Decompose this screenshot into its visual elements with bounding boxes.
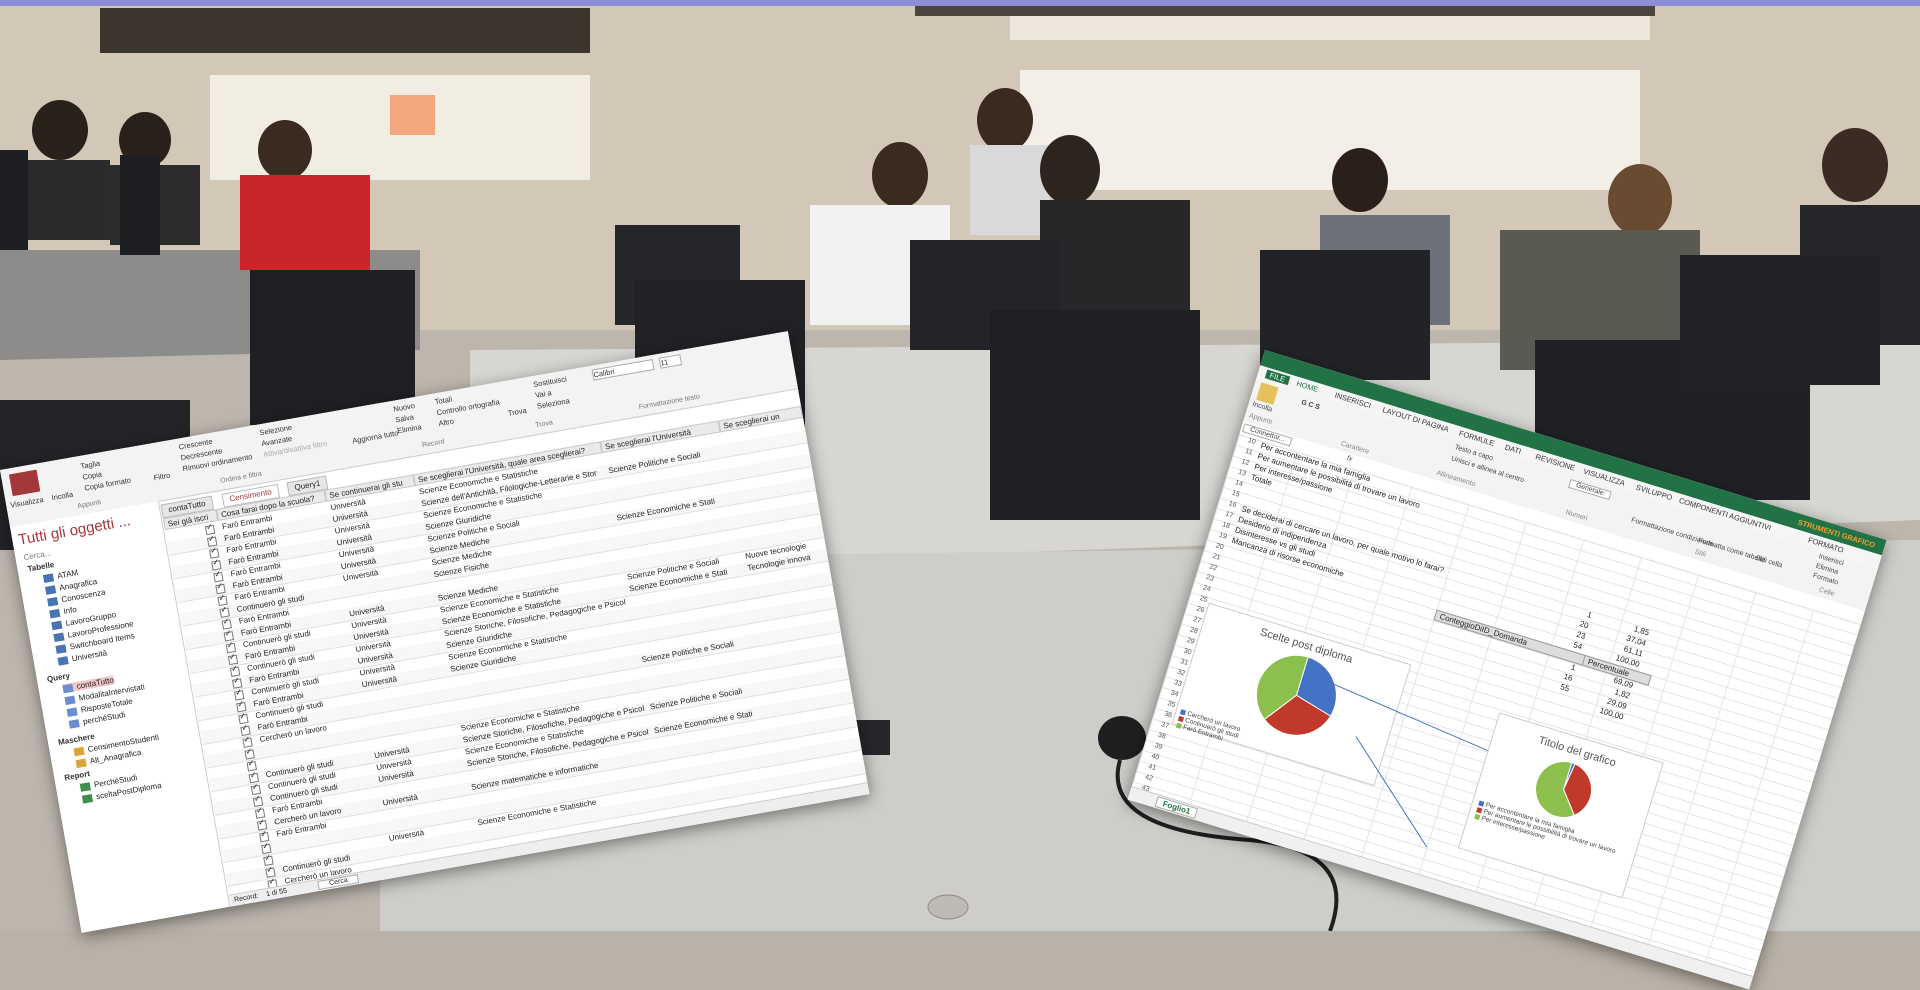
mouse bbox=[1098, 716, 1146, 760]
query-icon bbox=[68, 719, 80, 729]
sort-filter-group-label: Ordina e filtra bbox=[219, 470, 263, 485]
record-position[interactable]: 1 di 55 bbox=[266, 888, 288, 899]
paste-button[interactable]: Incolla bbox=[51, 490, 74, 503]
form-icon bbox=[75, 758, 87, 769]
table-icon bbox=[57, 656, 69, 666]
cell-styles-button[interactable]: Stili cella bbox=[1755, 555, 1783, 570]
nav-item-label: ATAM bbox=[56, 568, 79, 581]
nav-item-label: Info bbox=[62, 604, 78, 617]
query-icon bbox=[66, 707, 78, 717]
view-button[interactable]: Visualizza bbox=[9, 495, 44, 510]
find-group-label: Trova bbox=[534, 419, 554, 430]
nav-section-queries[interactable]: Query bbox=[46, 671, 70, 684]
monitor bbox=[990, 310, 1200, 520]
window-right bbox=[1020, 70, 1640, 190]
bold-button[interactable]: G C S bbox=[1300, 399, 1320, 411]
report-icon bbox=[81, 793, 94, 804]
paste-icon[interactable] bbox=[1256, 382, 1279, 405]
table-icon bbox=[49, 608, 61, 619]
nav-section-reports[interactable]: Report bbox=[64, 769, 91, 782]
person-red-jacket bbox=[240, 175, 370, 270]
totals-button[interactable]: Totali bbox=[434, 394, 453, 406]
monitor bbox=[0, 150, 28, 250]
table-icon bbox=[51, 620, 63, 631]
table-icon bbox=[55, 644, 67, 654]
table-icon bbox=[47, 596, 59, 607]
report-icon bbox=[79, 782, 91, 792]
more-button[interactable]: Altro bbox=[438, 417, 455, 429]
clipboard-group-label: Appunti bbox=[76, 499, 102, 511]
notice-paper bbox=[390, 95, 435, 135]
nav-item-label: Università bbox=[71, 648, 108, 664]
records-group-label: Record bbox=[421, 438, 446, 450]
find-button[interactable]: Trova bbox=[507, 406, 527, 418]
query-icon bbox=[62, 683, 74, 694]
table-icon bbox=[53, 632, 65, 643]
blind-left bbox=[100, 8, 590, 53]
view-icon[interactable] bbox=[8, 469, 41, 497]
table-icon bbox=[42, 573, 55, 583]
goto-button[interactable]: Vai a bbox=[534, 388, 552, 400]
text-format-group-label: Formattazione testo bbox=[638, 393, 701, 412]
top-stripe bbox=[0, 0, 1920, 6]
refresh-all-button[interactable]: Aggiorna tutto bbox=[352, 428, 400, 445]
styles-group-label: Stili bbox=[1693, 548, 1707, 559]
replace-button[interactable]: Sostituisci bbox=[532, 374, 567, 389]
monitor bbox=[1680, 255, 1880, 385]
monitor bbox=[120, 155, 160, 255]
record-label: Record: bbox=[233, 892, 260, 904]
classroom-photo-collage: Visualizza Incolla Taglia Copia Copia fo… bbox=[0, 0, 1920, 990]
query-icon bbox=[64, 695, 76, 706]
filter-button[interactable]: Filtro bbox=[153, 471, 171, 483]
table-icon bbox=[44, 585, 57, 595]
font-size-select[interactable]: 11 bbox=[658, 354, 683, 369]
delete-record-button[interactable]: Elimina bbox=[396, 422, 422, 435]
form-icon bbox=[73, 746, 85, 757]
function-icon[interactable]: fx bbox=[1346, 455, 1353, 463]
